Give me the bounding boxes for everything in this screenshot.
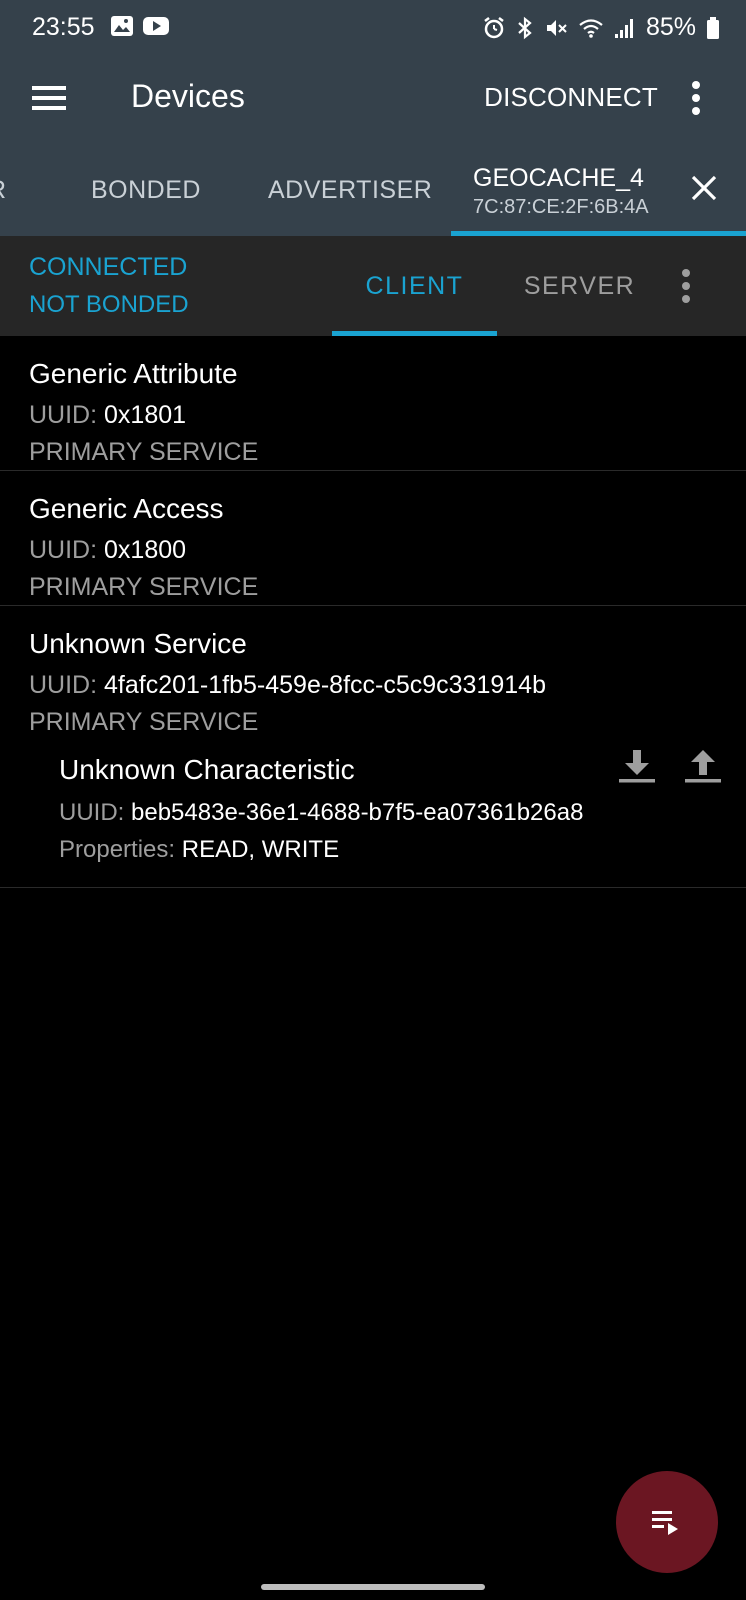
gallery-icon: [111, 16, 133, 36]
playlist-play-icon: [652, 1511, 678, 1535]
uuid-value: 0x1800: [104, 536, 187, 564]
signal-icon: [614, 18, 633, 38]
service-item[interactable]: Unknown Service UUID: 4fafc201-1fb5-459e…: [0, 606, 746, 888]
characteristic-uuid: UUID: beb5483e-36e1-4688-b7f5-ea07361b26…: [59, 799, 583, 827]
battery-percent: 85%: [645, 13, 696, 41]
alarm-icon: [484, 16, 504, 38]
tab-client[interactable]: CLIENT: [332, 236, 497, 336]
tab-device-geocache[interactable]: GEOCACHE_4 7C:87:CE:2F:6B:4A: [451, 144, 746, 236]
service-type: PRIMARY SERVICE: [29, 438, 259, 466]
gesture-nav-handle[interactable]: [261, 1584, 485, 1590]
tab-server[interactable]: SERVER: [497, 236, 662, 336]
service-uuid: UUID: 4fafc201-1fb5-459e-8fcc-c5c9c33191…: [29, 671, 546, 700]
characteristic-properties: Properties: READ, WRITE: [59, 836, 339, 864]
bluetooth-icon: [518, 16, 532, 39]
service-uuid: UUID: 0x1801: [29, 401, 186, 430]
mute-icon: [546, 19, 567, 36]
uuid-label: UUID:: [29, 671, 98, 699]
more-options-icon[interactable]: [680, 267, 692, 305]
service-uuid: UUID: 0x1800: [29, 536, 186, 565]
connection-state: CONNECTED: [29, 253, 188, 281]
device-tab-bar: R BONDED ADVERTISER GEOCACHE_4 7C:87:CE:…: [0, 144, 746, 236]
status-right-icons: 85%: [482, 13, 720, 42]
close-icon[interactable]: [690, 174, 718, 202]
disconnect-button[interactable]: DISCONNECT: [484, 82, 658, 113]
log-fab-button[interactable]: [616, 1471, 718, 1573]
youtube-icon: [143, 17, 169, 35]
characteristic-name: Unknown Characteristic: [59, 754, 355, 785]
tab-bonded[interactable]: BONDED: [91, 144, 201, 236]
download-icon[interactable]: [617, 748, 657, 784]
uuid-value: 4fafc201-1fb5-459e-8fcc-c5c9c331914b: [104, 671, 546, 699]
status-time: 23:55: [32, 13, 95, 41]
uuid-value: 0x1801: [104, 401, 187, 429]
status-notification-icons: [110, 15, 170, 37]
uuid-label: UUID:: [29, 536, 98, 564]
tab-scanner-partial[interactable]: R: [0, 144, 7, 236]
properties-value: READ, WRITE: [181, 836, 340, 863]
tab-device-address: 7C:87:CE:2F:6B:4A: [473, 196, 649, 218]
status-bar: 23:55 85%: [0, 0, 746, 52]
bond-state: NOT BONDED: [29, 291, 189, 318]
app-bar: Devices DISCONNECT: [0, 52, 746, 144]
battery-icon: [707, 16, 719, 39]
service-name: Generic Access: [29, 493, 224, 524]
service-type: PRIMARY SERVICE: [29, 573, 259, 601]
service-type: PRIMARY SERVICE: [29, 708, 259, 736]
uuid-label: UUID:: [29, 401, 98, 429]
more-options-icon[interactable]: [690, 79, 702, 117]
menu-icon[interactable]: [32, 78, 68, 118]
page-title: Devices: [131, 78, 245, 114]
wifi-icon: [579, 18, 603, 38]
service-item[interactable]: Generic Access UUID: 0x1800 PRIMARY SERV…: [0, 471, 746, 606]
connection-header: CONNECTED NOT BONDED CLIENT SERVER: [0, 236, 746, 336]
tab-device-name: GEOCACHE_4: [473, 164, 644, 192]
uuid-value: beb5483e-36e1-4688-b7f5-ea07361b26a8: [131, 799, 584, 826]
service-name: Generic Attribute: [29, 358, 238, 389]
tab-advertiser[interactable]: ADVERTISER: [268, 144, 432, 236]
properties-label: Properties:: [59, 836, 176, 863]
service-name: Unknown Service: [29, 628, 247, 659]
upload-icon[interactable]: [683, 748, 723, 784]
service-item[interactable]: Generic Attribute UUID: 0x1801 PRIMARY S…: [0, 336, 746, 471]
uuid-label: UUID:: [59, 799, 125, 826]
